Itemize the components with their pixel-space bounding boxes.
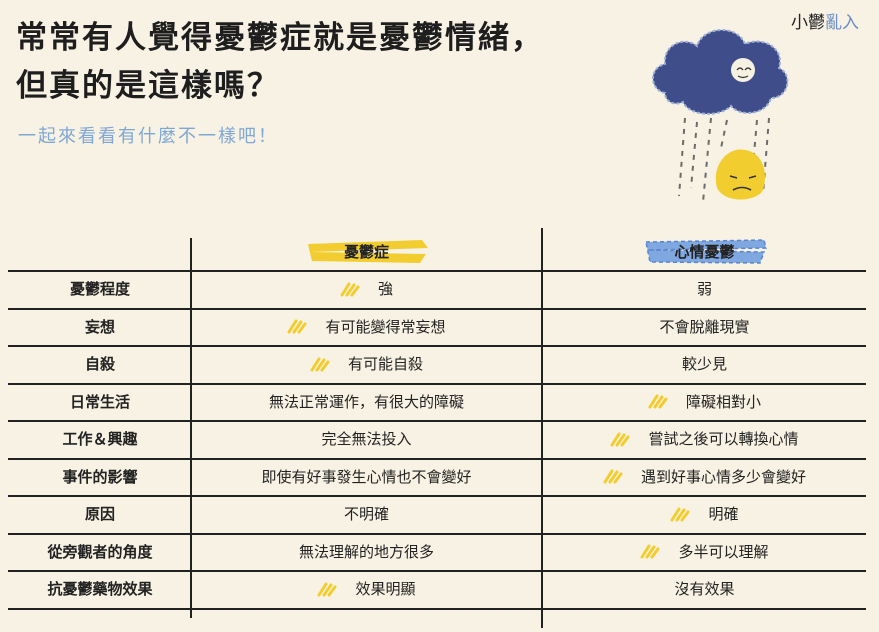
cell-mood-text: 沒有效果 [674,580,735,599]
row-label: 原因 [10,495,190,533]
cell-mood: 障礙相對小 [543,383,866,421]
cell-depression: 不明確 [192,495,541,533]
brand-part-2: 鬱 [808,13,825,33]
sad-cloud-illustration [652,29,789,203]
check-mark-icon [340,281,360,297]
row-label-text: 工作＆興趣 [62,430,138,449]
check-mark-icon [310,356,330,372]
cell-depression: 無法理解的地方很多 [192,533,541,571]
row-label: 從旁觀者的角度 [10,533,190,571]
cell-mood: 遇到好事心情多少會變好 [543,458,866,496]
cell-mood: 嘗試之後可以轉換心情 [543,420,866,458]
row-label: 憂鬱程度 [10,270,190,308]
cell-mood: 明確 [543,495,866,533]
cell-depression: 有可能變得常妄想 [192,308,541,346]
rain-cloud-icon [652,29,789,115]
check-mark-icon [648,393,668,409]
cell-depression: 完全無法投入 [192,420,541,458]
row-label-text: 從旁觀者的角度 [47,542,153,561]
cell-mood-text: 多半可以理解 [678,542,769,561]
check-mark-icon [603,468,623,484]
row-label-text: 憂鬱程度 [69,280,130,299]
header-mood: 心情憂鬱 [543,232,866,270]
row-label-text: 抗憂鬱藥物效果 [47,580,153,599]
check-mark-icon [287,318,307,334]
subtitle: 一起來看看有什麼不一樣吧！ [18,126,278,147]
row-label-text: 原因 [84,505,115,524]
cell-depression: 無法正常運作，有很大的障礙 [192,383,541,421]
cell-mood-text: 遇到好事心情多少會變好 [640,467,806,486]
row-label-text: 妄想 [84,317,115,336]
cell-depression-text: 即使有好事發生心情也不會變好 [261,467,472,486]
cell-depression-text: 有可能自殺 [347,355,423,374]
cell-depression-text: 強 [377,280,393,299]
cell-mood-text: 不會脫離現實 [659,317,750,336]
cell-mood: 多半可以理解 [543,533,866,571]
row-label: 抗憂鬱藥物效果 [10,570,190,608]
sad-face-icon [715,149,765,200]
cell-depression: 即使有好事發生心情也不會變好 [192,458,541,496]
header-depression-label: 憂鬱症 [343,242,389,261]
cell-mood: 較少見 [543,345,866,383]
header-depression: 憂鬱症 [192,232,541,270]
row-divider [8,607,866,610]
row-label-text: 事件的影響 [62,467,138,486]
check-mark-icon [640,543,660,559]
cell-mood-text: 較少見 [681,355,727,374]
cell-depression-text: 不明確 [343,505,389,524]
cell-depression: 效果明顯 [192,570,541,608]
cell-mood-text: 弱 [696,280,712,299]
cell-mood-text: 明確 [708,505,739,524]
cell-depression: 有可能自殺 [192,345,541,383]
page-title: 常常有人覺得憂鬱症就是憂鬱情緒， 但真的是這樣嗎？ [16,14,544,110]
cell-depression-text: 效果明顯 [355,580,416,599]
title-line-1: 常常有人覺得憂鬱症就是憂鬱情緒， [16,20,544,56]
row-label-text: 自殺 [84,355,115,374]
cell-mood: 不會脫離現實 [543,308,866,346]
cell-depression-text: 無法正常運作，有很大的障礙 [268,392,464,411]
cell-mood: 沒有效果 [543,570,866,608]
row-label: 工作＆興趣 [10,420,190,458]
cell-depression: 強 [192,270,541,308]
cell-mood: 弱 [543,270,866,308]
brand-logo: 小鬱亂入 [791,8,859,33]
cell-mood-text: 障礙相對小 [685,392,761,411]
row-label: 自殺 [10,345,190,383]
row-label: 妄想 [10,308,190,346]
cell-depression-text: 有可能變得常妄想 [325,317,446,336]
header-mood-label: 心情憂鬱 [674,242,735,261]
brand-part-3: 亂 [825,13,842,33]
title-line-2: 但真的是這樣嗎？ [16,68,280,104]
cell-depression-text: 完全無法投入 [321,430,412,449]
check-mark-icon [317,581,337,597]
cell-mood-text: 嘗試之後可以轉換心情 [648,430,799,449]
brand-part-4: 入 [842,13,859,33]
check-mark-icon [670,506,690,522]
cell-depression-text: 無法理解的地方很多 [298,542,434,561]
row-label: 日常生活 [10,383,190,421]
check-mark-icon [610,431,630,447]
row-label: 事件的影響 [10,458,190,496]
row-label-text: 日常生活 [69,392,130,411]
